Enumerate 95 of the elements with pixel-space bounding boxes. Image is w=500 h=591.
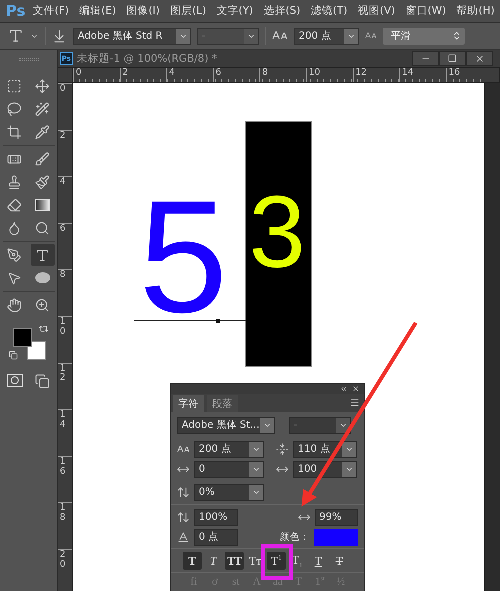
menu-item[interactable]: 视图(V) bbox=[352, 4, 401, 18]
ruler-number: 12 bbox=[60, 364, 66, 384]
zoom-icon bbox=[35, 298, 50, 312]
menu-item[interactable]: 窗口(W) bbox=[400, 4, 452, 18]
type-icon bbox=[8, 28, 24, 44]
swap-colors-icon[interactable] bbox=[38, 324, 48, 334]
baseline-shift-field[interactable]: 0 点 bbox=[194, 528, 238, 546]
ruler-number: 8 bbox=[60, 271, 66, 282]
font-size-dropdown[interactable]: 200 点 bbox=[294, 28, 359, 44]
font-family-dropdown[interactable]: Adobe 黑体 Std R bbox=[73, 28, 191, 44]
screen-mode-icon bbox=[35, 374, 50, 389]
maximize-icon bbox=[448, 54, 457, 63]
ruler-number: 20 bbox=[60, 550, 66, 571]
brush-icon bbox=[35, 152, 50, 166]
anti-alias-dropdown[interactable]: 平滑 bbox=[383, 28, 465, 44]
pointer-icon bbox=[7, 270, 22, 286]
maximize-button[interactable] bbox=[439, 51, 466, 66]
baseline-shift-icon bbox=[177, 530, 190, 544]
ruler-number: 16 bbox=[60, 458, 66, 478]
ruler-number: 14 bbox=[402, 68, 414, 78]
tool-button[interactable] bbox=[30, 244, 54, 266]
panel-tab[interactable]: 段落 bbox=[207, 395, 238, 412]
text-style-button[interactable]: Tт bbox=[246, 552, 265, 570]
vertical-scale-icon bbox=[177, 510, 190, 524]
kerning-field[interactable]: 0 bbox=[194, 460, 264, 478]
crop-icon bbox=[7, 124, 22, 140]
close-button[interactable] bbox=[466, 51, 493, 66]
eyedropper-icon bbox=[35, 124, 50, 140]
type-icon bbox=[35, 248, 50, 262]
lasso-icon bbox=[7, 102, 22, 116]
ruler-number: 0 bbox=[60, 85, 66, 95]
panel-tab[interactable]: 字符 bbox=[173, 395, 204, 412]
menu-item[interactable]: 图层(L) bbox=[165, 4, 212, 18]
ruler-number: 6 bbox=[216, 68, 222, 78]
menu-item[interactable]: 选择(S) bbox=[258, 4, 306, 18]
close-icon bbox=[352, 385, 360, 393]
ruler-number: 2 bbox=[122, 68, 128, 78]
menu-item[interactable]: 图像(I) bbox=[122, 4, 166, 18]
menu-item[interactable]: 编辑(E) bbox=[74, 4, 122, 18]
text-style-button[interactable]: T bbox=[204, 552, 223, 570]
ruler-number: 18 bbox=[60, 504, 66, 524]
app-logo: Ps bbox=[6, 2, 27, 20]
ruler-number: 10 bbox=[60, 318, 66, 338]
brush-icon bbox=[35, 174, 50, 190]
document-tab[interactable]: 未标题-1 @ 100%(RGB/8) * bbox=[77, 52, 408, 66]
text-style-button[interactable]: T bbox=[183, 552, 202, 570]
droplet-icon bbox=[7, 220, 22, 236]
menu-item[interactable]: 滤镜(T) bbox=[306, 4, 353, 18]
ruler-number: 10 bbox=[308, 68, 320, 78]
menu-item[interactable]: 文件(F) bbox=[28, 4, 74, 18]
leading-icon bbox=[276, 442, 289, 456]
ellipse-icon bbox=[34, 272, 50, 284]
canvas-text: 3 bbox=[249, 196, 306, 270]
ruler-number: 0 bbox=[76, 68, 82, 78]
foreground-color-swatch[interactable] bbox=[12, 328, 32, 347]
ruler-number: 14 bbox=[60, 411, 66, 431]
horizontal-scale-field[interactable]: 99% bbox=[314, 508, 358, 526]
canvas-text: 5 bbox=[139, 199, 228, 314]
vertical-scale-field[interactable]: 100% bbox=[194, 508, 238, 526]
ruler-number: 12 bbox=[356, 68, 368, 78]
hand-icon bbox=[7, 298, 22, 312]
collapse-icon bbox=[340, 385, 348, 393]
quick-mask-icon bbox=[7, 374, 23, 387]
color-swatch[interactable] bbox=[314, 528, 358, 546]
ruler-number: 6 bbox=[60, 224, 66, 235]
ruler-number: 8 bbox=[262, 68, 268, 78]
pen-icon bbox=[7, 248, 22, 262]
eraser-icon bbox=[7, 198, 22, 212]
color-label: 颜色： bbox=[280, 530, 310, 544]
text-style-button[interactable]: T$^{1}$ bbox=[267, 552, 286, 570]
ruler-number: 2 bbox=[60, 132, 66, 142]
background-color-swatch[interactable] bbox=[26, 341, 46, 360]
text-style-button[interactable]: TT bbox=[225, 552, 244, 570]
close-icon bbox=[474, 54, 484, 64]
ruler-number: 4 bbox=[169, 68, 175, 78]
gradient-icon bbox=[35, 199, 50, 211]
menu-item[interactable]: 文字(Y) bbox=[212, 4, 259, 18]
tracking-field[interactable]: 100 bbox=[293, 460, 357, 478]
ruler-number: 4 bbox=[60, 178, 66, 188]
magic-wand-icon bbox=[35, 102, 50, 116]
stamp-icon bbox=[7, 174, 22, 190]
menu-item[interactable]: 帮助(H) bbox=[452, 4, 500, 18]
magnifier-icon bbox=[35, 220, 50, 236]
menu-icon[interactable] bbox=[350, 398, 360, 408]
font-family-dropdown[interactable]: Adobe 黑体 St... bbox=[177, 416, 275, 434]
font-size-field[interactable]: 200 点 bbox=[194, 440, 264, 458]
up-down-caret-icon bbox=[452, 31, 462, 41]
highlight-frame bbox=[261, 544, 293, 580]
leading-field[interactable]: 110 点 bbox=[293, 440, 357, 458]
move-arrow-icon bbox=[35, 78, 50, 94]
text-style-button[interactable]: T bbox=[309, 552, 328, 570]
ruler-number: 16 bbox=[448, 68, 460, 78]
dashed-square-icon bbox=[7, 78, 22, 94]
text-style-button[interactable]: T bbox=[330, 552, 349, 570]
tsume-field[interactable]: 0% bbox=[194, 484, 264, 500]
